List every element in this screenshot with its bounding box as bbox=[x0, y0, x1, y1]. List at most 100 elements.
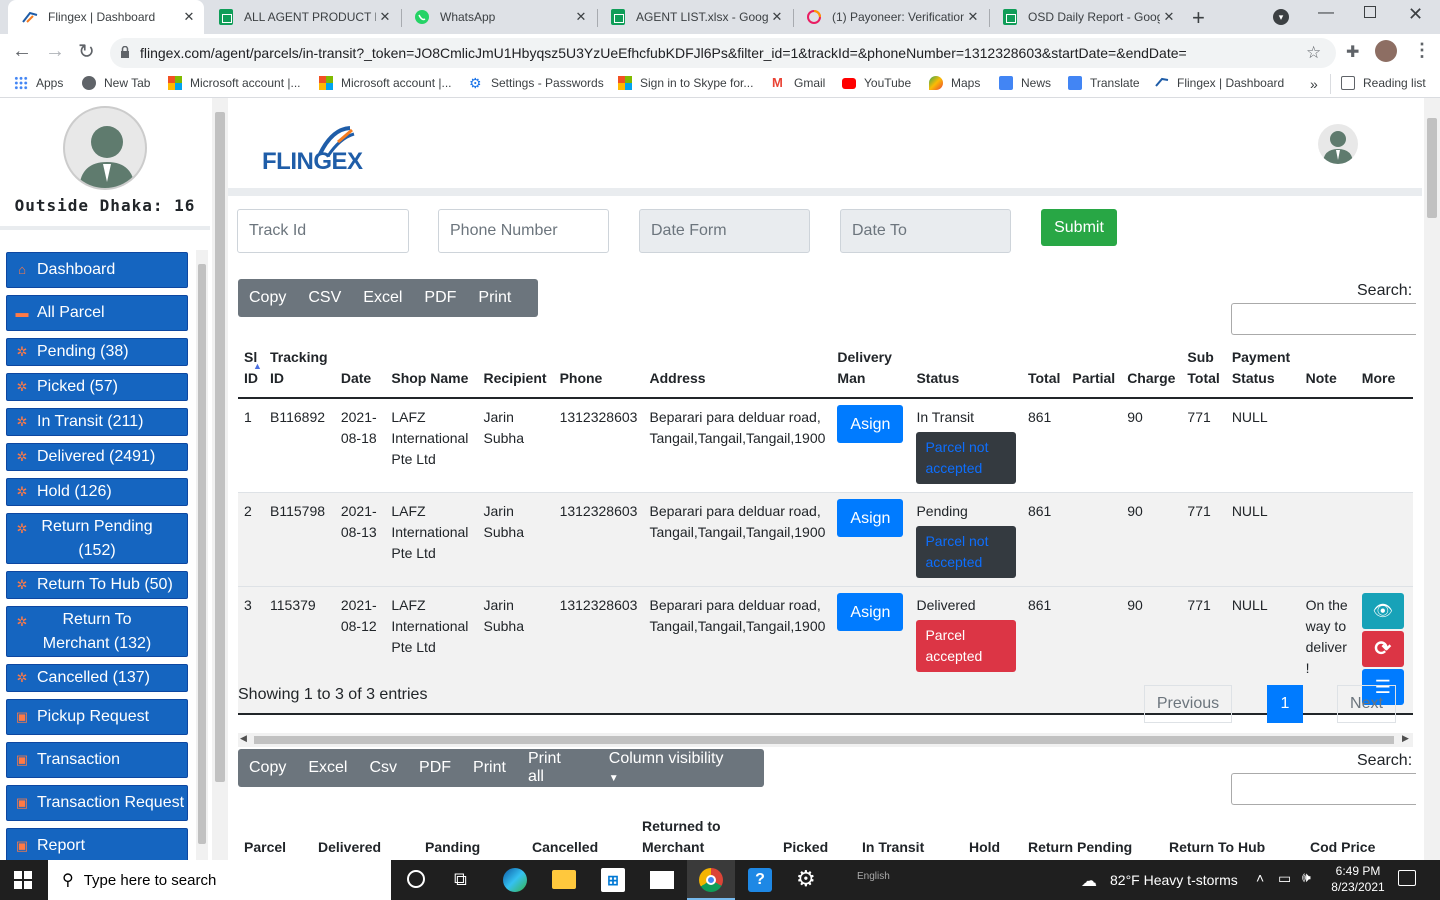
taskbar-search-box[interactable]: ⚲ Type here to search bbox=[48, 860, 391, 900]
col-cod-price[interactable]: Cod Price bbox=[1304, 816, 1413, 860]
view-eye-icon[interactable]: 👁 bbox=[1361, 593, 1404, 629]
nav-dashboard[interactable]: ⌂ Dashboard bbox=[6, 252, 188, 288]
report-search-input[interactable] bbox=[1231, 773, 1416, 805]
page-scroll-thumb-right[interactable] bbox=[1427, 118, 1437, 218]
bookmark-news[interactable]: News bbox=[999, 76, 1051, 90]
close-icon[interactable]: ✕ bbox=[376, 9, 394, 25]
pagination-next[interactable]: Next bbox=[1337, 685, 1396, 723]
menu-icon[interactable]: ⋮ bbox=[1413, 40, 1431, 61]
flingex-logo[interactable]: FLINGEX bbox=[262, 124, 386, 175]
bookmark-apps[interactable]: Apps bbox=[14, 76, 63, 90]
nav-report[interactable]: ▣ Report bbox=[6, 828, 188, 860]
col-recipient[interactable]: Recipient bbox=[478, 346, 554, 398]
col-parcel[interactable]: Parcel bbox=[238, 816, 312, 860]
print-button[interactable]: Print bbox=[462, 759, 517, 777]
col-note[interactable]: Note bbox=[1300, 346, 1356, 398]
page-scroll-thumb[interactable] bbox=[215, 112, 225, 782]
nav-in-transit[interactable]: ✲ In Transit (211) bbox=[6, 408, 188, 436]
edge-icon[interactable] bbox=[503, 868, 527, 892]
date-to-input[interactable]: Date To bbox=[840, 209, 1011, 253]
nav-transaction-request[interactable]: ▣ Transaction Request bbox=[6, 785, 188, 821]
clock[interactable]: 6:49 PM 8/23/2021 bbox=[1330, 864, 1386, 894]
bookmark-translate[interactable]: Translate bbox=[1068, 76, 1140, 90]
csv-button[interactable]: CSV bbox=[297, 289, 352, 307]
browser-tab-flingex[interactable]: Flingex | Dashboard ✕ bbox=[8, 0, 204, 34]
nav-all-parcel[interactable]: ▬ All Parcel bbox=[6, 295, 188, 331]
copy-button[interactable]: Copy bbox=[238, 759, 297, 777]
browser-tab-agent-product[interactable]: ALL AGENT PRODUCT LIS ✕ bbox=[204, 0, 400, 34]
tab-search-icon[interactable]: ▾ bbox=[1273, 9, 1289, 25]
col-date[interactable]: Date bbox=[335, 346, 386, 398]
bookmark-gmail[interactable]: M Gmail bbox=[772, 76, 825, 91]
file-explorer-icon[interactable] bbox=[552, 870, 576, 889]
col-sub-total[interactable]: Sub Total bbox=[1181, 346, 1225, 398]
nav-return-to-merchant[interactable]: ✲ Return To Merchant (132) bbox=[6, 606, 188, 657]
browser-tab-osd-report[interactable]: OSD Daily Report - Goog ✕ bbox=[988, 0, 1184, 34]
network-icon[interactable]: ▭ bbox=[1278, 870, 1291, 887]
back-icon[interactable]: ← bbox=[12, 40, 32, 63]
col-cancelled[interactable]: Cancelled bbox=[526, 816, 636, 860]
mail-icon[interactable] bbox=[650, 871, 674, 889]
extensions-icon[interactable]: ✚ bbox=[1346, 42, 1359, 62]
col-shop-name[interactable]: Shop Name bbox=[385, 346, 477, 398]
pagination-previous[interactable]: Previous bbox=[1144, 685, 1232, 723]
restore-icon[interactable] bbox=[1364, 6, 1376, 18]
bookmark-settings-passwords[interactable]: ⚙ Settings - Passwords bbox=[469, 76, 604, 90]
csv-button[interactable]: Csv bbox=[358, 759, 408, 777]
close-icon[interactable]: ✕ bbox=[964, 9, 982, 25]
bookmark-flingex[interactable]: Flingex | Dashboard bbox=[1155, 76, 1284, 90]
phone-number-input[interactable]: Phone Number bbox=[438, 209, 609, 253]
pdf-button[interactable]: PDF bbox=[413, 289, 467, 307]
nav-transaction[interactable]: ▣ Transaction bbox=[6, 742, 188, 778]
col-partial[interactable]: Partial bbox=[1066, 346, 1121, 398]
col-payment-status[interactable]: Payment Status bbox=[1226, 346, 1300, 398]
bookmark-microsoft-1[interactable]: Microsoft account |... bbox=[168, 76, 301, 90]
col-hold[interactable]: Hold bbox=[963, 816, 1022, 860]
new-tab-icon[interactable]: + bbox=[1192, 5, 1205, 31]
pagination-page-1[interactable]: 1 bbox=[1267, 685, 1303, 723]
nav-delivered[interactable]: ✲ Delivered (2491) bbox=[6, 443, 188, 471]
nav-picked[interactable]: ✲ Picked (57) bbox=[6, 373, 188, 401]
reading-list[interactable]: Reading list bbox=[1341, 76, 1426, 90]
header-user-avatar[interactable] bbox=[1318, 124, 1358, 164]
bookmark-youtube[interactable]: YouTube bbox=[842, 76, 911, 90]
show-hidden-icons-icon[interactable]: ˄ bbox=[1256, 870, 1264, 886]
bookmark-new-tab[interactable]: New Tab bbox=[82, 76, 150, 90]
col-tracking-id[interactable]: Tracking ID bbox=[264, 346, 335, 398]
cortana-icon[interactable] bbox=[407, 870, 425, 888]
col-more[interactable]: More bbox=[1356, 346, 1413, 398]
sidebar-scrollbar[interactable] bbox=[196, 250, 208, 860]
column-visibility-button[interactable]: Column visibility ▼ bbox=[587, 750, 764, 786]
browser-tab-whatsapp[interactable]: WhatsApp ✕ bbox=[400, 0, 596, 34]
refresh-icon[interactable]: ⟳ bbox=[1361, 631, 1404, 667]
excel-button[interactable]: Excel bbox=[297, 759, 358, 777]
more-bookmarks-icon[interactable]: » bbox=[1310, 76, 1318, 92]
nav-pending[interactable]: ✲ Pending (38) bbox=[6, 338, 188, 366]
col-address[interactable]: Address bbox=[644, 346, 832, 398]
weather-text[interactable]: 82°F Heavy t-storms bbox=[1110, 872, 1238, 888]
sidebar-scroll-thumb[interactable] bbox=[198, 264, 206, 844]
col-return-to-hub[interactable]: Return To Hub bbox=[1163, 816, 1304, 860]
col-in-transit[interactable]: In Transit bbox=[856, 816, 963, 860]
windows-start-icon[interactable] bbox=[14, 871, 32, 889]
bookmark-maps[interactable]: Maps bbox=[929, 76, 980, 90]
submit-button[interactable]: Submit bbox=[1041, 209, 1117, 246]
assign-button[interactable]: Asign bbox=[837, 499, 904, 537]
scroll-left-icon[interactable]: ◀ bbox=[240, 733, 247, 744]
bookmark-skype[interactable]: Sign in to Skype for... bbox=[618, 76, 753, 90]
volume-icon[interactable]: 🕪 bbox=[1302, 869, 1311, 886]
language-indicator[interactable]: English bbox=[857, 871, 890, 882]
assign-button[interactable]: Asign bbox=[837, 405, 904, 443]
pdf-button[interactable]: PDF bbox=[408, 759, 462, 777]
task-view-icon[interactable]: ⧉ bbox=[454, 869, 467, 890]
close-icon[interactable]: ✕ bbox=[180, 9, 198, 25]
address-bar[interactable]: flingex.com/agent/parcels/in-transit?_to… bbox=[110, 38, 1336, 68]
browser-tab-agent-list[interactable]: AGENT LIST.xlsx - Google ✕ bbox=[596, 0, 792, 34]
help-icon[interactable]: ? bbox=[748, 868, 772, 892]
col-delivery-man[interactable]: Delivery Man bbox=[831, 346, 910, 398]
page-scrollbar-left[interactable] bbox=[212, 98, 228, 860]
col-sl-id[interactable]: Sl ID bbox=[238, 346, 264, 398]
copy-button[interactable]: Copy bbox=[238, 289, 297, 307]
close-icon[interactable]: ✕ bbox=[572, 9, 590, 25]
excel-button[interactable]: Excel bbox=[352, 289, 413, 307]
